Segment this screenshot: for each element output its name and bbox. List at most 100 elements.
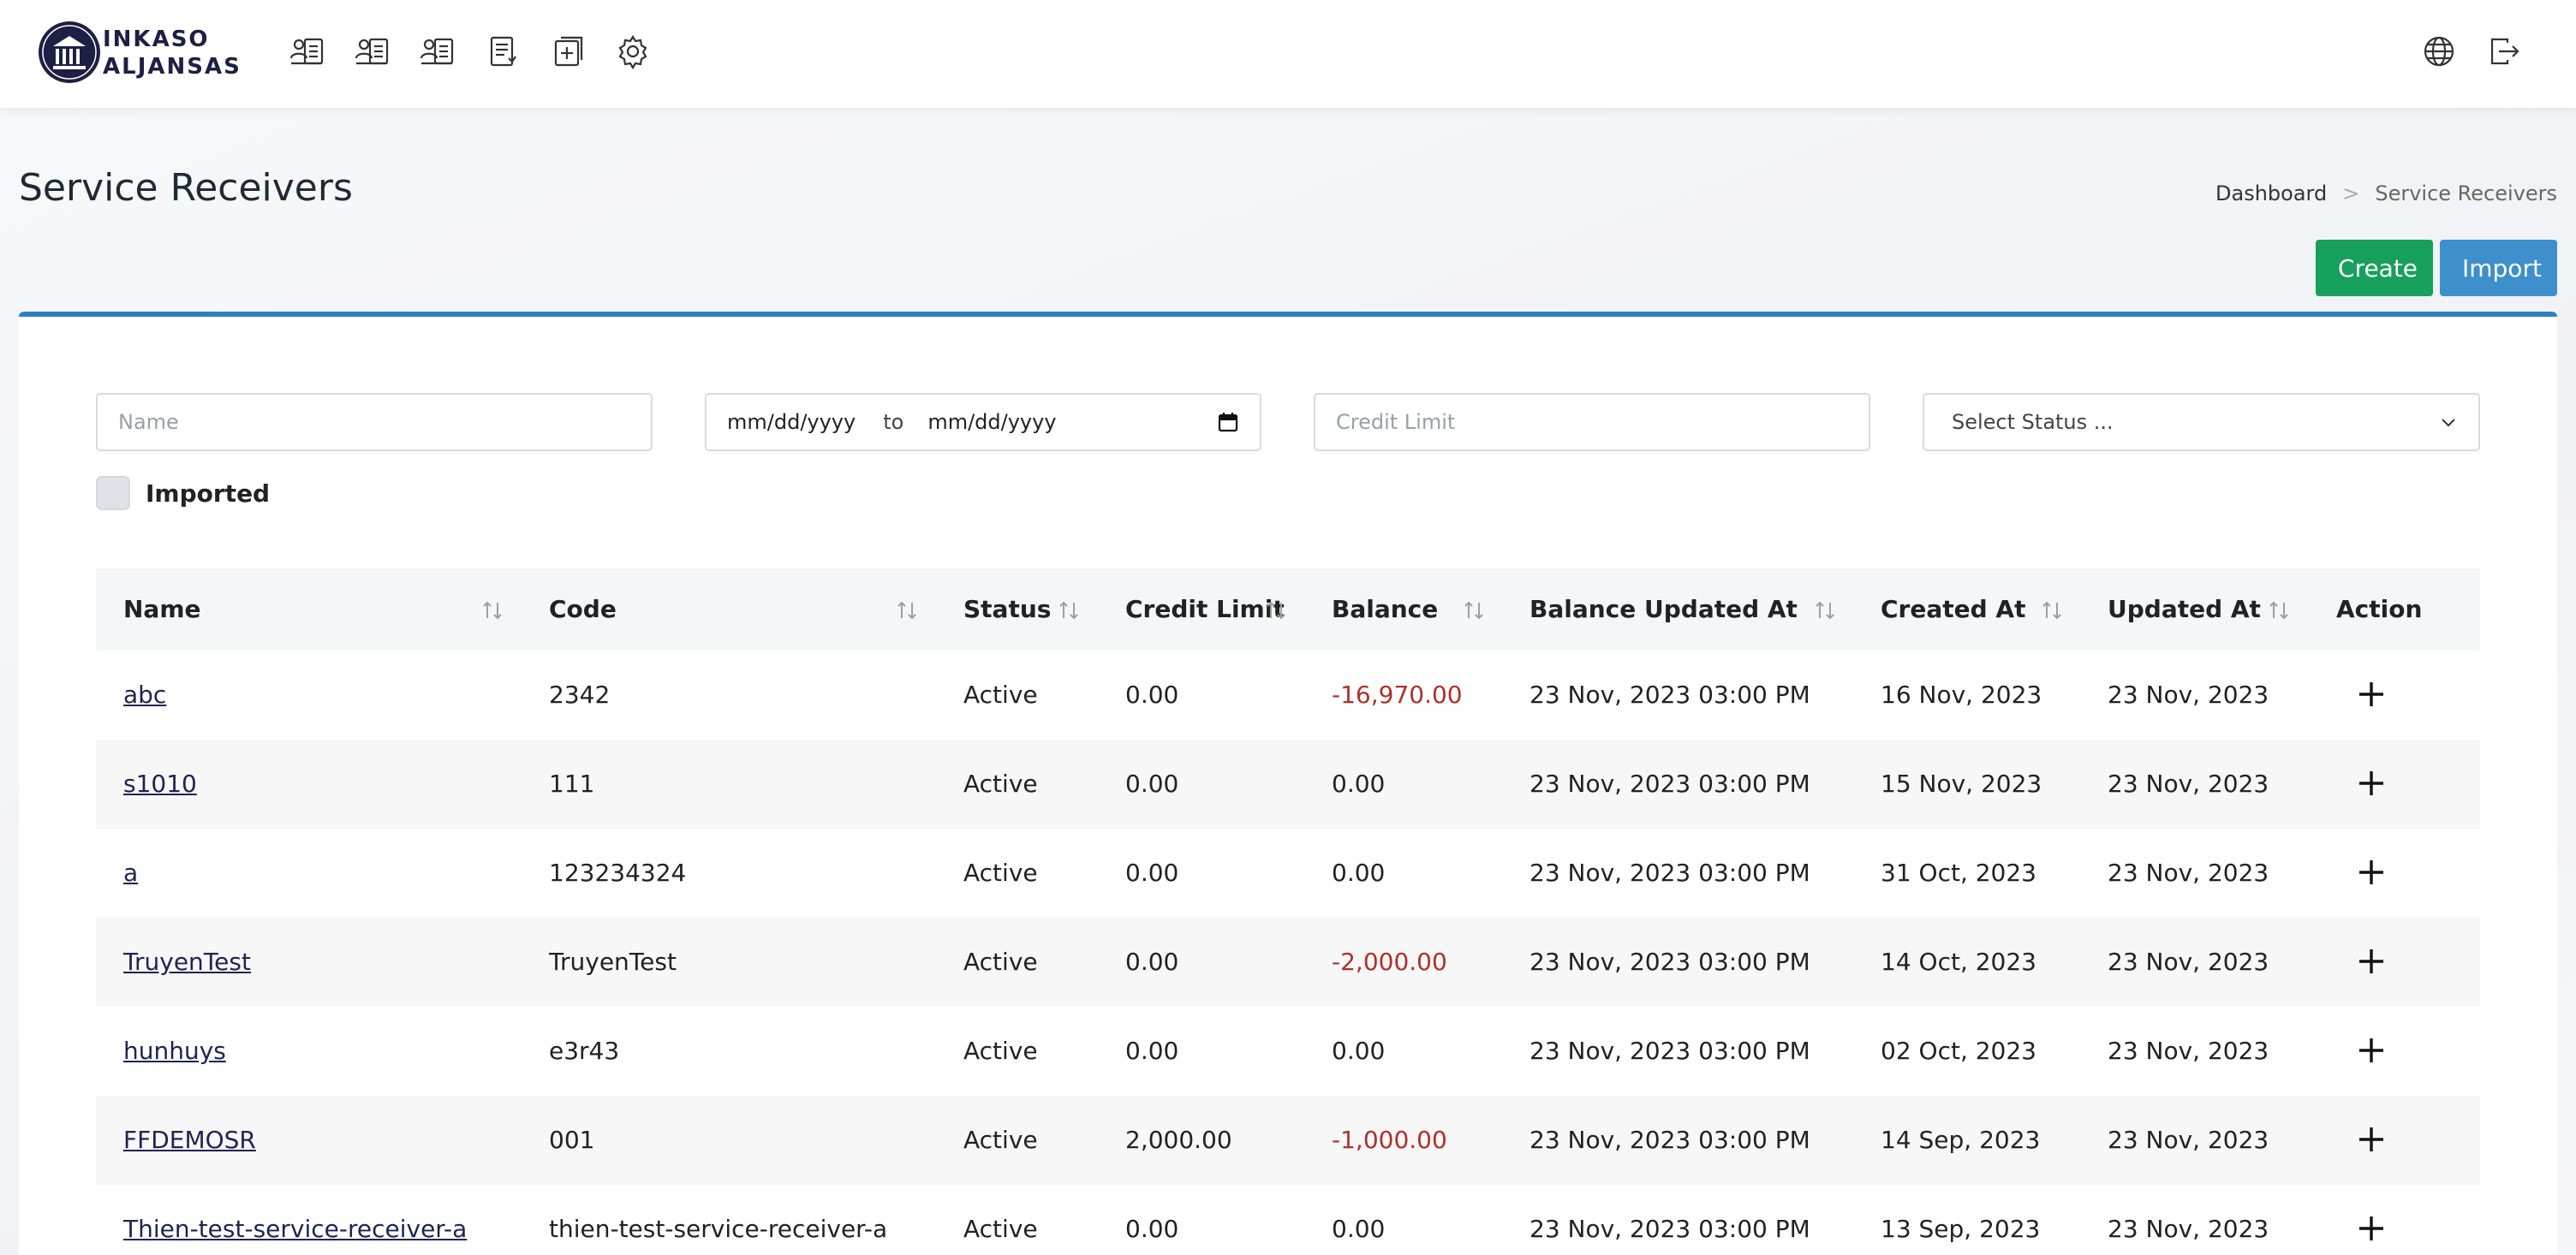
balance-updated-cell: 23 Nov, 2023 03:00 PM — [1530, 1126, 1810, 1154]
column-header-balance[interactable]: Balance — [1332, 568, 1438, 651]
date-range-filter[interactable]: mm/dd/yyyy to mm/dd/yyyy — [705, 393, 1261, 451]
service-receiver-name-link[interactable]: s1010 — [123, 770, 197, 798]
column-header-created-at[interactable]: Created At — [1881, 568, 2025, 651]
column-header-balance-updated-at[interactable]: Balance Updated At — [1530, 568, 1798, 651]
balance-cell: 0.00 — [1332, 859, 1386, 887]
sort-icon[interactable] — [1056, 598, 1082, 623]
sort-icon[interactable] — [2266, 598, 2292, 623]
updated-at-cell: 23 Nov, 2023 — [2108, 859, 2269, 887]
contact-card-icon[interactable] — [353, 33, 391, 70]
sort-icon[interactable] — [480, 598, 505, 623]
chevron-down-icon — [2442, 419, 2455, 427]
table-row: a 123234324 Active 0.00 0.00 23 Nov, 202… — [96, 829, 2480, 918]
column-header-name[interactable]: Name — [123, 568, 201, 651]
import-button[interactable]: Import — [2440, 240, 2557, 296]
table-row: hunhuys e3r43 Active 0.00 0.00 23 Nov, 2… — [96, 1007, 2480, 1096]
brand-line-2: ALJANSAS — [103, 54, 242, 80]
plus-icon[interactable] — [2357, 858, 2386, 887]
name-filter-input[interactable] — [96, 393, 653, 451]
code-cell: 2342 — [549, 681, 611, 709]
plus-icon[interactable] — [2357, 1036, 2386, 1065]
service-receiver-name-link[interactable]: abc — [123, 681, 166, 709]
credit-limit-cell: 0.00 — [1125, 770, 1179, 798]
sort-icon[interactable] — [1461, 598, 1487, 623]
globe-icon[interactable] — [2420, 33, 2458, 70]
date-to-input[interactable]: mm/dd/yyyy — [927, 410, 1056, 434]
credit-limit-cell: 0.00 — [1125, 948, 1179, 976]
service-receiver-name-link[interactable]: hunhuys — [123, 1037, 226, 1065]
plus-icon[interactable] — [2357, 1214, 2386, 1243]
balance-updated-cell: 23 Nov, 2023 03:00 PM — [1530, 770, 1810, 798]
brand-name: INKASO ALJANSAS — [103, 26, 242, 80]
breadcrumb: Dashboard > Service Receivers — [2215, 181, 2557, 205]
created-at-cell: 14 Sep, 2023 — [1881, 1126, 2041, 1154]
breadcrumb-separator: > — [2342, 181, 2360, 205]
top-navbar: INKASO ALJANSAS — [0, 0, 2576, 108]
add-document-icon[interactable] — [549, 33, 587, 70]
credit-limit-cell: 0.00 — [1125, 1037, 1179, 1065]
service-receiver-name-link[interactable]: FFDEMOSR — [123, 1126, 256, 1154]
balance-cell: -2,000.00 — [1332, 948, 1447, 976]
sort-icon[interactable] — [894, 598, 920, 623]
imported-checkbox-group[interactable]: Imported — [96, 476, 270, 510]
balance-cell: -16,970.00 — [1332, 681, 1463, 709]
calendar-icon[interactable] — [1217, 411, 1239, 433]
balance-updated-cell: 23 Nov, 2023 03:00 PM — [1530, 681, 1810, 709]
plus-icon[interactable] — [2357, 680, 2386, 709]
balance-updated-cell: 23 Nov, 2023 03:00 PM — [1530, 859, 1810, 887]
balance-updated-cell: 23 Nov, 2023 03:00 PM — [1530, 1037, 1810, 1065]
sort-icon[interactable] — [1812, 598, 1838, 623]
credit-limit-filter-input[interactable] — [1314, 393, 1870, 451]
status-select[interactable]: Select Status ... — [1923, 393, 2480, 451]
logout-icon[interactable] — [2485, 33, 2523, 70]
plus-icon[interactable] — [2357, 1125, 2386, 1154]
column-header-credit-limit[interactable]: Credit Limit — [1125, 568, 1285, 651]
created-at-cell: 16 Nov, 2023 — [1881, 681, 2042, 709]
plus-icon[interactable] — [2357, 947, 2386, 976]
code-cell: 123234324 — [549, 859, 687, 887]
status-cell: Active — [963, 859, 1038, 887]
column-header-code[interactable]: Code — [549, 568, 617, 651]
breadcrumb-current: Service Receivers — [2375, 181, 2557, 205]
service-receiver-name-link[interactable]: a — [123, 859, 138, 887]
updated-at-cell: 23 Nov, 2023 — [2108, 1037, 2269, 1065]
service-receiver-name-link[interactable]: TruyenTest — [123, 948, 251, 976]
breadcrumb-dashboard[interactable]: Dashboard — [2215, 181, 2327, 205]
sort-icon[interactable] — [2039, 598, 2065, 623]
credit-limit-cell: 0.00 — [1125, 681, 1179, 709]
plus-icon[interactable] — [2357, 769, 2386, 798]
balance-cell: 0.00 — [1332, 770, 1386, 798]
credit-limit-cell: 0.00 — [1125, 1215, 1179, 1243]
created-at-cell: 02 Oct, 2023 — [1881, 1037, 2036, 1065]
updated-at-cell: 23 Nov, 2023 — [2108, 948, 2269, 976]
service-receiver-name-link[interactable]: Thien-test-service-receiver-a — [123, 1215, 467, 1243]
date-range-to-label: to — [883, 410, 904, 434]
service-receivers-table: Name Code Status Credit Limit Balance Ba… — [96, 568, 2480, 1255]
updated-at-cell: 23 Nov, 2023 — [2108, 770, 2269, 798]
imported-label: Imported — [146, 479, 271, 508]
document-list-icon[interactable] — [484, 33, 522, 70]
contact-card-icon[interactable] — [288, 33, 325, 70]
column-header-status[interactable]: Status — [963, 568, 1051, 651]
updated-at-cell: 23 Nov, 2023 — [2108, 1215, 2269, 1243]
create-button[interactable]: Create — [2316, 240, 2433, 296]
table-row: Thien-test-service-receiver-a thien-test… — [96, 1185, 2480, 1255]
table-row: TruyenTest TruyenTest Active 0.00 -2,000… — [96, 918, 2480, 1007]
code-cell: TruyenTest — [549, 948, 677, 976]
date-from-input[interactable]: mm/dd/yyyy — [727, 410, 856, 434]
credit-limit-cell: 0.00 — [1125, 859, 1179, 887]
logo-icon[interactable] — [38, 21, 101, 84]
table-row: FFDEMOSR 001 Active 2,000.00 -1,000.00 2… — [96, 1096, 2480, 1185]
gear-icon[interactable] — [614, 33, 652, 70]
sort-icon[interactable] — [1263, 598, 1289, 623]
created-at-cell: 13 Sep, 2023 — [1881, 1215, 2041, 1243]
created-at-cell: 14 Oct, 2023 — [1881, 948, 2036, 976]
table-row: abc 2342 Active 0.00 -16,970.00 23 Nov, … — [96, 651, 2480, 740]
column-header-action: Action — [2336, 595, 2423, 623]
contact-card-icon[interactable] — [418, 33, 456, 70]
status-cell: Active — [963, 1215, 1038, 1243]
table-header: Name Code Status Credit Limit Balance Ba… — [96, 568, 2480, 651]
table-row: s1010 111 Active 0.00 0.00 23 Nov, 2023 … — [96, 740, 2480, 829]
imported-checkbox[interactable] — [96, 476, 130, 510]
column-header-updated-at[interactable]: Updated At — [2108, 568, 2261, 651]
